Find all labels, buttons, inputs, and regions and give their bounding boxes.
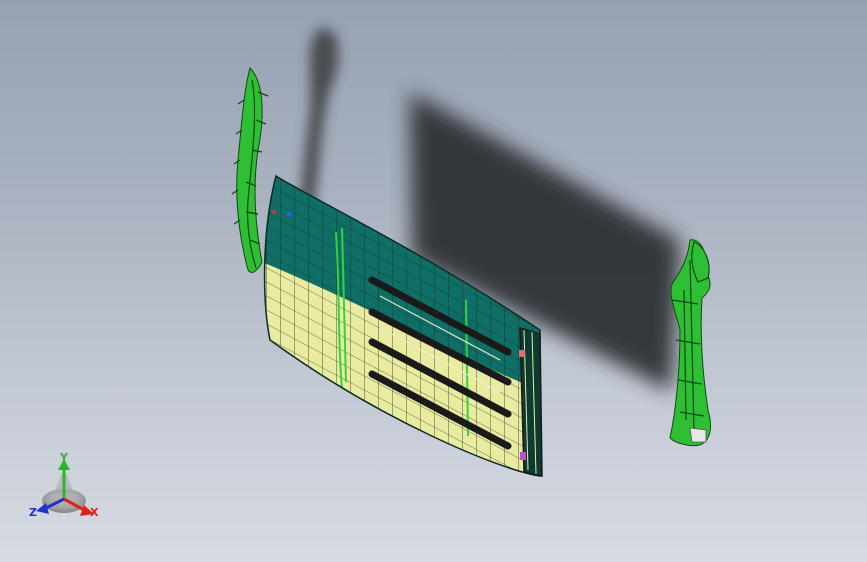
marker-blue: [286, 211, 292, 217]
cad-3d-viewport[interactable]: Y X Z: [0, 0, 867, 562]
marker-magenta: [520, 452, 526, 460]
left-bracket-part[interactable]: [231, 67, 269, 273]
marker-red: [519, 350, 525, 357]
model-canvas[interactable]: Y X Z: [0, 0, 867, 562]
y-axis-label: Y: [59, 451, 69, 464]
marker-red-dot: [272, 210, 276, 214]
z-axis-label: Z: [29, 506, 37, 519]
axis-triad[interactable]: Y X Z: [29, 451, 99, 519]
x-axis-label: X: [90, 506, 99, 519]
